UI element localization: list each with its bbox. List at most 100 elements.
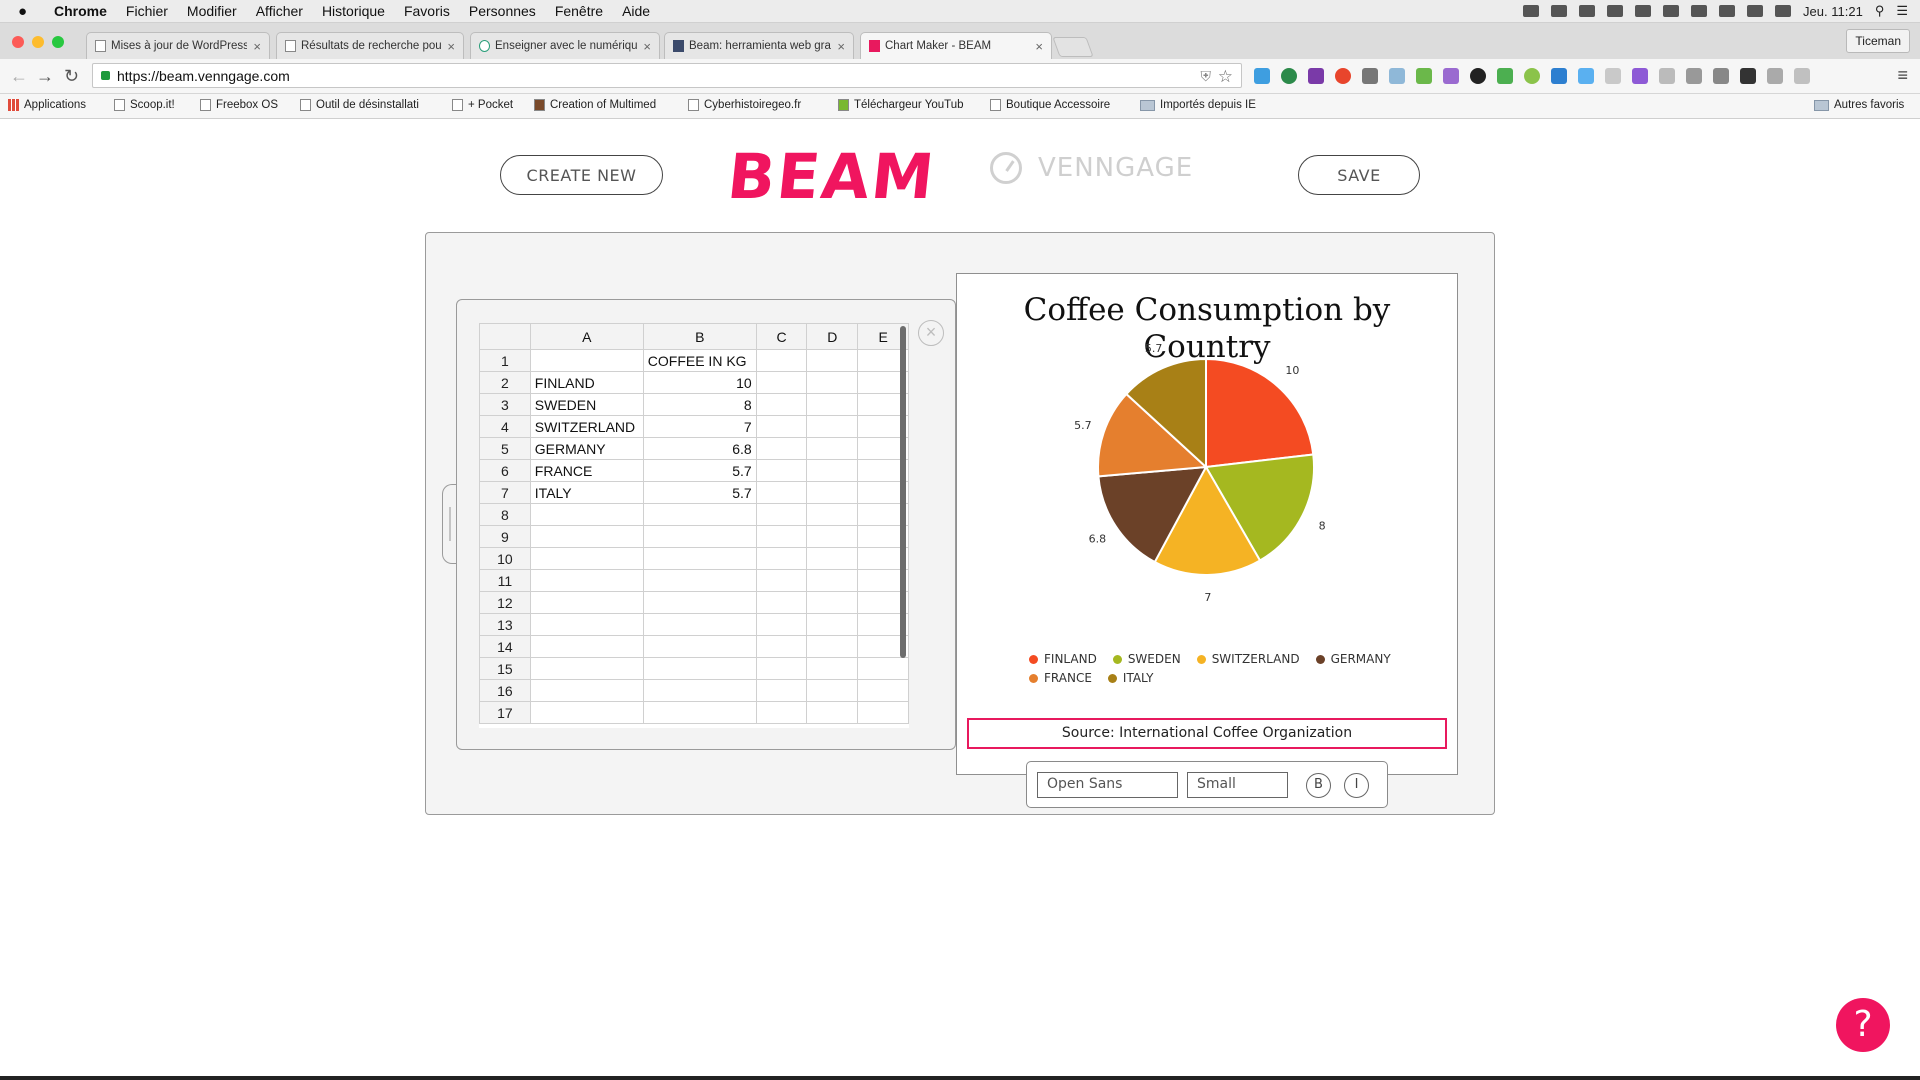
extension-icon[interactable] [1362,68,1378,84]
cell-b[interactable] [642,525,757,548]
row-header[interactable]: 11 [479,569,531,592]
cell-d[interactable] [806,613,859,636]
drive-icon[interactable] [1686,68,1702,84]
column-header[interactable]: D [806,323,859,350]
column-header[interactable]: B [642,323,757,350]
row-header[interactable]: 12 [479,591,531,614]
cell-b[interactable]: 6.8 [642,437,757,460]
save-button[interactable]: SAVE [1298,155,1420,195]
bookmark-outil[interactable]: Outil de désinstallati [300,99,419,111]
cell-c[interactable] [755,459,808,482]
menu-aide[interactable]: Aide [622,3,650,19]
cell-b[interactable] [642,503,757,526]
close-tab-icon[interactable]: × [1035,39,1043,54]
cell-b[interactable] [642,657,757,680]
row-header[interactable]: 2 [479,371,531,394]
camera-icon[interactable] [1389,68,1405,84]
clock[interactable]: Jeu. 11:21 [1803,4,1863,19]
close-tab-icon[interactable]: × [447,39,455,54]
url-text[interactable]: https://beam.venngage.com [117,64,290,89]
pie-chart[interactable]: 10 8 7 6.8 5.7 5.7 [957,274,1459,654]
extension-icon[interactable] [1335,68,1351,84]
cell-e[interactable] [857,701,909,724]
minimize-window-button[interactable] [32,36,44,48]
font-family-select[interactable]: Open Sans [1037,772,1178,798]
cell-b[interactable]: 7 [642,415,757,438]
bookmark-pocket[interactable]: + Pocket [452,99,513,111]
cell-d[interactable] [806,701,859,724]
cloud-icon[interactable] [1551,5,1568,17]
bookmark-scoopit[interactable]: Scoop.it! [114,99,175,111]
tab-beam-herramienta[interactable]: Beam: herramienta web gratuita × [664,32,854,59]
cell-c[interactable] [755,701,808,724]
address-bar[interactable]: https://beam.venngage.com ⛨ ☆ [92,63,1242,88]
cell-c[interactable] [755,525,808,548]
row-header[interactable]: 5 [479,437,531,460]
chart-source-caption[interactable]: Source: International Coffee Organizatio… [967,718,1447,749]
bookmark-creation[interactable]: Creation of Multimed [534,99,656,111]
cell-c[interactable] [755,393,808,416]
cell-b[interactable] [642,613,757,636]
beam-logo[interactable]: BEAM [724,140,939,213]
chrome-menu-icon[interactable]: ≡ [1897,65,1908,86]
font-size-select[interactable]: Small [1187,772,1288,798]
cell-c[interactable] [755,349,808,372]
onenote-icon[interactable] [1308,68,1324,84]
back-icon[interactable]: ← [10,66,28,87]
cell-c[interactable] [755,547,808,570]
cell-d[interactable] [806,459,859,482]
cell-b[interactable]: 8 [642,393,757,416]
wifi-icon[interactable] [1747,5,1764,17]
cell-a[interactable] [529,657,644,680]
cell-b[interactable] [642,547,757,570]
cell-d[interactable] [806,437,859,460]
sheet-scrollbar[interactable] [900,326,906,658]
column-header[interactable]: C [755,323,808,350]
bookmark-freebox[interactable]: Freebox OS [200,99,278,111]
time-machine-icon[interactable] [1691,5,1708,17]
extension-icon[interactable] [1605,68,1621,84]
row-header[interactable]: 10 [479,547,531,570]
bookmark-autres[interactable]: Autres favoris [1814,99,1904,111]
cell-b[interactable]: 5.7 [642,459,757,482]
column-header[interactable]: A [529,323,644,350]
extension-icon[interactable] [1524,68,1540,84]
extension-icon[interactable] [1416,68,1432,84]
corner-cell[interactable] [479,323,531,350]
volume-icon[interactable] [1775,5,1792,17]
bold-button[interactable]: B [1306,773,1331,798]
profile-button[interactable]: Ticeman [1846,29,1910,53]
rss-icon[interactable] [1794,68,1810,84]
cell-a[interactable]: GERMANY [529,437,644,460]
bookmark-boutique[interactable]: Boutique Accessoire [990,99,1110,111]
bluetooth-icon[interactable] [1719,5,1736,17]
cell-b[interactable] [642,569,757,592]
cell-d[interactable] [806,503,859,526]
menu-fichier[interactable]: Fichier [126,3,168,19]
shield-icon[interactable]: ⛨ [1201,64,1212,89]
reload-icon[interactable]: ↻ [64,66,79,87]
extension-icon[interactable] [1632,68,1648,84]
cell-a[interactable] [529,547,644,570]
legend-item[interactable]: SWITZERLAND [1196,652,1300,666]
row-header[interactable]: 3 [479,393,531,416]
row-header[interactable]: 1 [479,349,531,372]
gif-icon[interactable] [1659,68,1675,84]
venngage-link[interactable]: VENNGAGE [990,152,1193,184]
cell-d[interactable] [806,393,859,416]
cell-d[interactable] [806,679,859,702]
close-sheet-icon[interactable]: × [918,320,944,346]
cell-d[interactable] [806,547,859,570]
cell-d[interactable] [806,525,859,548]
create-new-button[interactable]: CREATE NEW [500,155,663,195]
cell-a[interactable] [529,635,644,658]
cell-c[interactable] [755,481,808,504]
cell-e[interactable] [857,679,909,702]
row-header[interactable]: 6 [479,459,531,482]
cell-d[interactable] [806,349,859,372]
bookmark-star-icon[interactable]: ☆ [1218,64,1233,89]
screenshot-icon[interactable] [1607,5,1624,17]
cell-c[interactable] [755,437,808,460]
cell-e[interactable] [857,657,909,680]
cell-a[interactable]: FRANCE [529,459,644,482]
